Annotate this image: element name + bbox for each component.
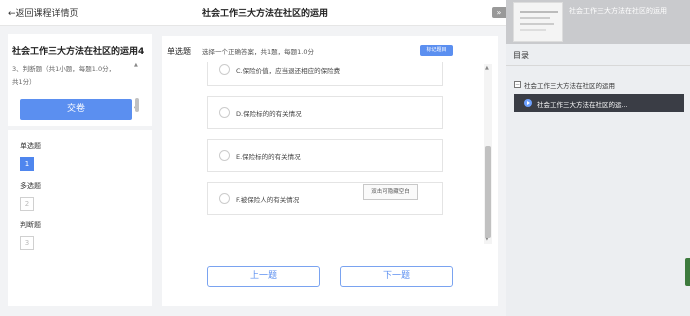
option-text: D.保险标的的有关情况 <box>236 110 302 118</box>
right-panel <box>506 0 690 316</box>
course-title: 社会工作三大方法在社区的运用4 <box>12 47 145 57</box>
prev-question-button[interactable]: 上一题 <box>207 266 320 287</box>
side-tab[interactable] <box>685 258 690 286</box>
option-text: C.保险价值，应当退还相应的保险费 <box>236 67 341 75</box>
tooltip: 双击可隐藏空白 <box>363 184 418 200</box>
mark-question-button[interactable]: 标记题目 <box>420 45 453 56</box>
options-viewport: C.保险价值，应当退还相应的保险费 D.保险标的的有关情况 E.保险标的的有关情… <box>162 62 482 222</box>
summary-line: 共1分） <box>12 78 36 86</box>
divider <box>506 65 690 66</box>
exam-summary: 3、判断题（共1小题，每题1.0分， 共1分） <box>12 63 134 89</box>
toc-lesson-label: 社会工作三大方法在社区的运... <box>537 101 628 109</box>
collapse-icon[interactable]: − <box>514 81 521 88</box>
toc-chapter[interactable]: 社会工作三大方法在社区的运用 <box>524 80 615 90</box>
option-text: F.被保险人的有关情况 <box>236 196 300 204</box>
answer-option[interactable]: D.保险标的的有关情况 <box>207 96 443 129</box>
options-scroll-thumb[interactable] <box>485 146 491 238</box>
arrow-left-icon: ← <box>8 9 16 19</box>
question-description: 选择一个正确答案，共1题，每题1.0分 <box>202 48 314 56</box>
summary-line: 3、判断题（共1小题，每题1.0分， <box>12 65 116 73</box>
summary-scroll-thumb[interactable] <box>135 98 139 112</box>
double-chevron-icon[interactable]: » <box>492 7 506 18</box>
thumbnail-image <box>514 3 562 41</box>
answer-option[interactable]: E.保险标的的有关情况 <box>207 139 443 172</box>
next-question-button[interactable]: 下一题 <box>340 266 453 287</box>
radio-icon <box>219 107 230 118</box>
option-text: E.保险标的的有关情况 <box>236 153 301 161</box>
nav-section-label: 多选题 <box>20 182 41 190</box>
radio-icon <box>219 64 230 75</box>
question-type-label: 单选题 <box>167 47 191 56</box>
radio-icon <box>219 150 230 161</box>
play-icon <box>524 99 532 107</box>
nav-section-label: 单选题 <box>20 142 41 150</box>
radio-icon <box>219 193 230 204</box>
question-number-button[interactable]: 1 <box>20 157 34 171</box>
toc-heading: 目录 <box>513 51 529 60</box>
nav-section-label: 判断题 <box>20 221 41 229</box>
back-label: 返回课程详情页 <box>15 9 79 19</box>
question-number-button[interactable]: 3 <box>20 236 34 250</box>
back-link[interactable]: ←返回课程详情页 <box>8 6 79 19</box>
submit-exam-button[interactable]: 交卷 <box>20 99 132 120</box>
page-title: 社会工作三大方法在社区的运用 <box>202 9 329 19</box>
answer-option[interactable]: C.保险价值，应当退还相应的保险费 <box>207 62 443 86</box>
question-number-button[interactable]: 2 <box>20 197 34 211</box>
video-thumbnail[interactable] <box>513 2 563 42</box>
video-title: 社会工作三大方法在社区的运用 <box>569 7 667 15</box>
